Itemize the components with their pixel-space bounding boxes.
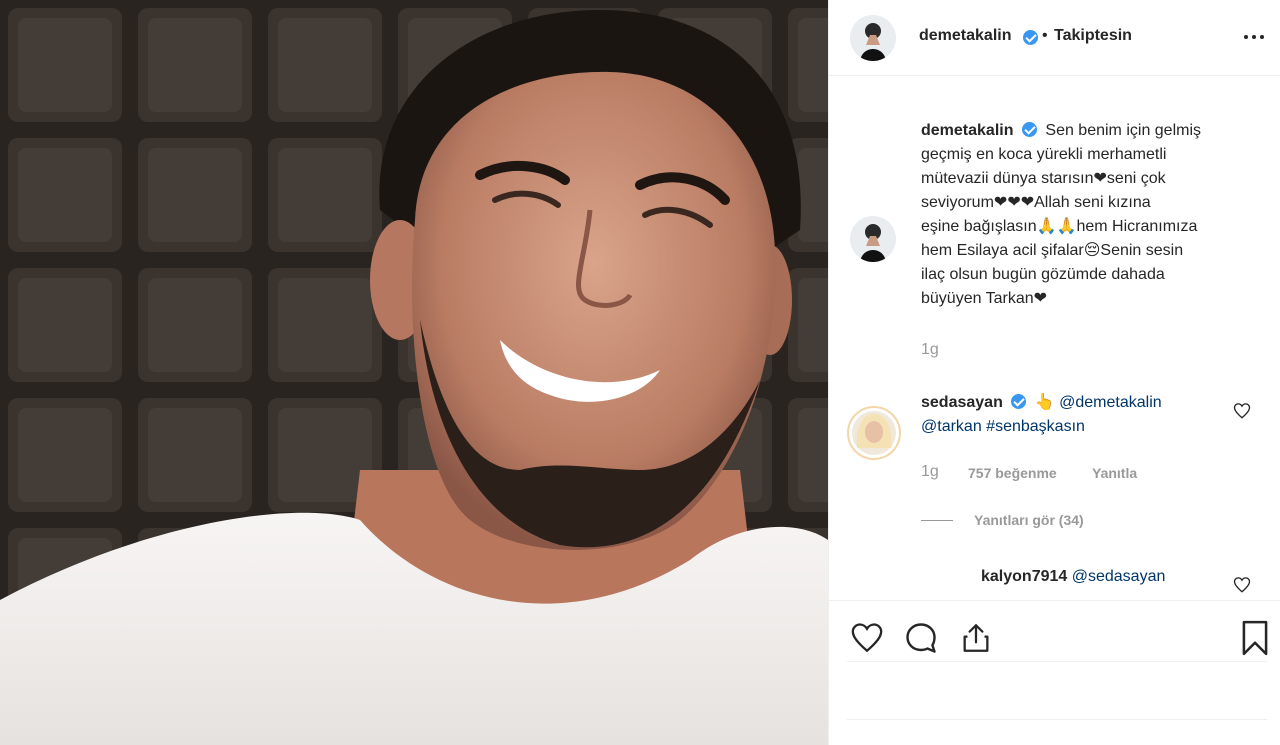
verified-badge-icon bbox=[1021, 122, 1037, 137]
reply-button[interactable]: Yanıtla bbox=[1092, 465, 1137, 481]
post-photo[interactable] bbox=[0, 0, 828, 745]
comment-emoji: 👆 bbox=[1034, 394, 1055, 411]
comment-mention[interactable]: @tarkan bbox=[921, 418, 982, 435]
caption-line: geçmiş en koca yürekli merhametli bbox=[921, 146, 1167, 163]
post-side-panel: demetakalin • Takiptesin demetakalin Sen… bbox=[828, 0, 1280, 745]
comment-hashtag[interactable]: #senbaşkasın bbox=[986, 418, 1085, 435]
follow-status-button[interactable]: Takiptesin bbox=[1054, 27, 1132, 45]
verified-badge-icon bbox=[1023, 30, 1038, 45]
reply-username[interactable]: kalyon7914 bbox=[981, 568, 1067, 585]
comment-username[interactable]: sedasayan bbox=[921, 394, 1003, 411]
caption-author-avatar[interactable] bbox=[850, 216, 896, 262]
post-header: demetakalin • Takiptesin bbox=[829, 0, 1280, 76]
commenter-avatar[interactable] bbox=[847, 406, 901, 460]
bookmark-icon[interactable] bbox=[1239, 619, 1271, 657]
comment-icon[interactable] bbox=[903, 620, 939, 656]
replies-divider bbox=[921, 520, 953, 521]
comment-time[interactable]: 1g bbox=[921, 463, 939, 481]
reply-like-heart-icon[interactable] bbox=[1233, 576, 1251, 594]
author-avatar[interactable] bbox=[850, 15, 896, 61]
header-separator: • bbox=[1042, 27, 1048, 44]
comment-input-divider bbox=[847, 719, 1267, 720]
heart-icon[interactable] bbox=[849, 621, 885, 655]
reply-mention[interactable]: @sedasayan bbox=[1072, 568, 1166, 585]
caption-time[interactable]: 1g bbox=[921, 341, 939, 359]
caption-line: seviyorum❤❤❤Allah seni kızına bbox=[921, 194, 1151, 211]
share-icon[interactable] bbox=[959, 620, 993, 656]
comment-likes[interactable]: 757 beğenme bbox=[968, 465, 1057, 481]
likes-placeholder-divider bbox=[847, 661, 1267, 662]
post-actions-bar bbox=[829, 600, 1280, 745]
post-photo-image bbox=[0, 0, 828, 745]
caption-line: mütevazii dünya starısın❤seni çok bbox=[921, 170, 1166, 187]
caption-line: büyüyen Tarkan❤ bbox=[921, 290, 1048, 307]
caption-username[interactable]: demetakalin bbox=[921, 122, 1013, 139]
caption-line: eşine bağışlasın🙏🙏hem Hicranımıza bbox=[921, 218, 1198, 235]
comments-list[interactable]: demetakalin Sen benim için gelmiş geçmiş… bbox=[829, 76, 1280, 598]
author-username[interactable]: demetakalin bbox=[919, 27, 1011, 45]
verified-badge-icon bbox=[1011, 394, 1027, 409]
caption-line: ilaç olsun bugün gözümde dahada bbox=[921, 266, 1165, 283]
caption-text: demetakalin Sen benim için gelmiş geçmiş… bbox=[921, 119, 1251, 311]
view-replies-button[interactable]: Yanıtları gör (34) bbox=[974, 512, 1084, 528]
comment-like-heart-icon[interactable] bbox=[1233, 402, 1251, 420]
reply-text: kalyon7914 @sedasayan bbox=[981, 565, 1241, 589]
more-dots-icon[interactable] bbox=[1244, 26, 1268, 46]
comment-mention[interactable]: @demetakalin bbox=[1059, 394, 1162, 411]
comment-text: sedasayan 👆 @demetakalin @tarkan #senbaş… bbox=[921, 391, 1221, 439]
caption-line: Sen benim için gelmiş bbox=[1045, 122, 1202, 139]
caption-line: hem Esilaya acil şifalar😔Senin sesin bbox=[921, 242, 1184, 259]
